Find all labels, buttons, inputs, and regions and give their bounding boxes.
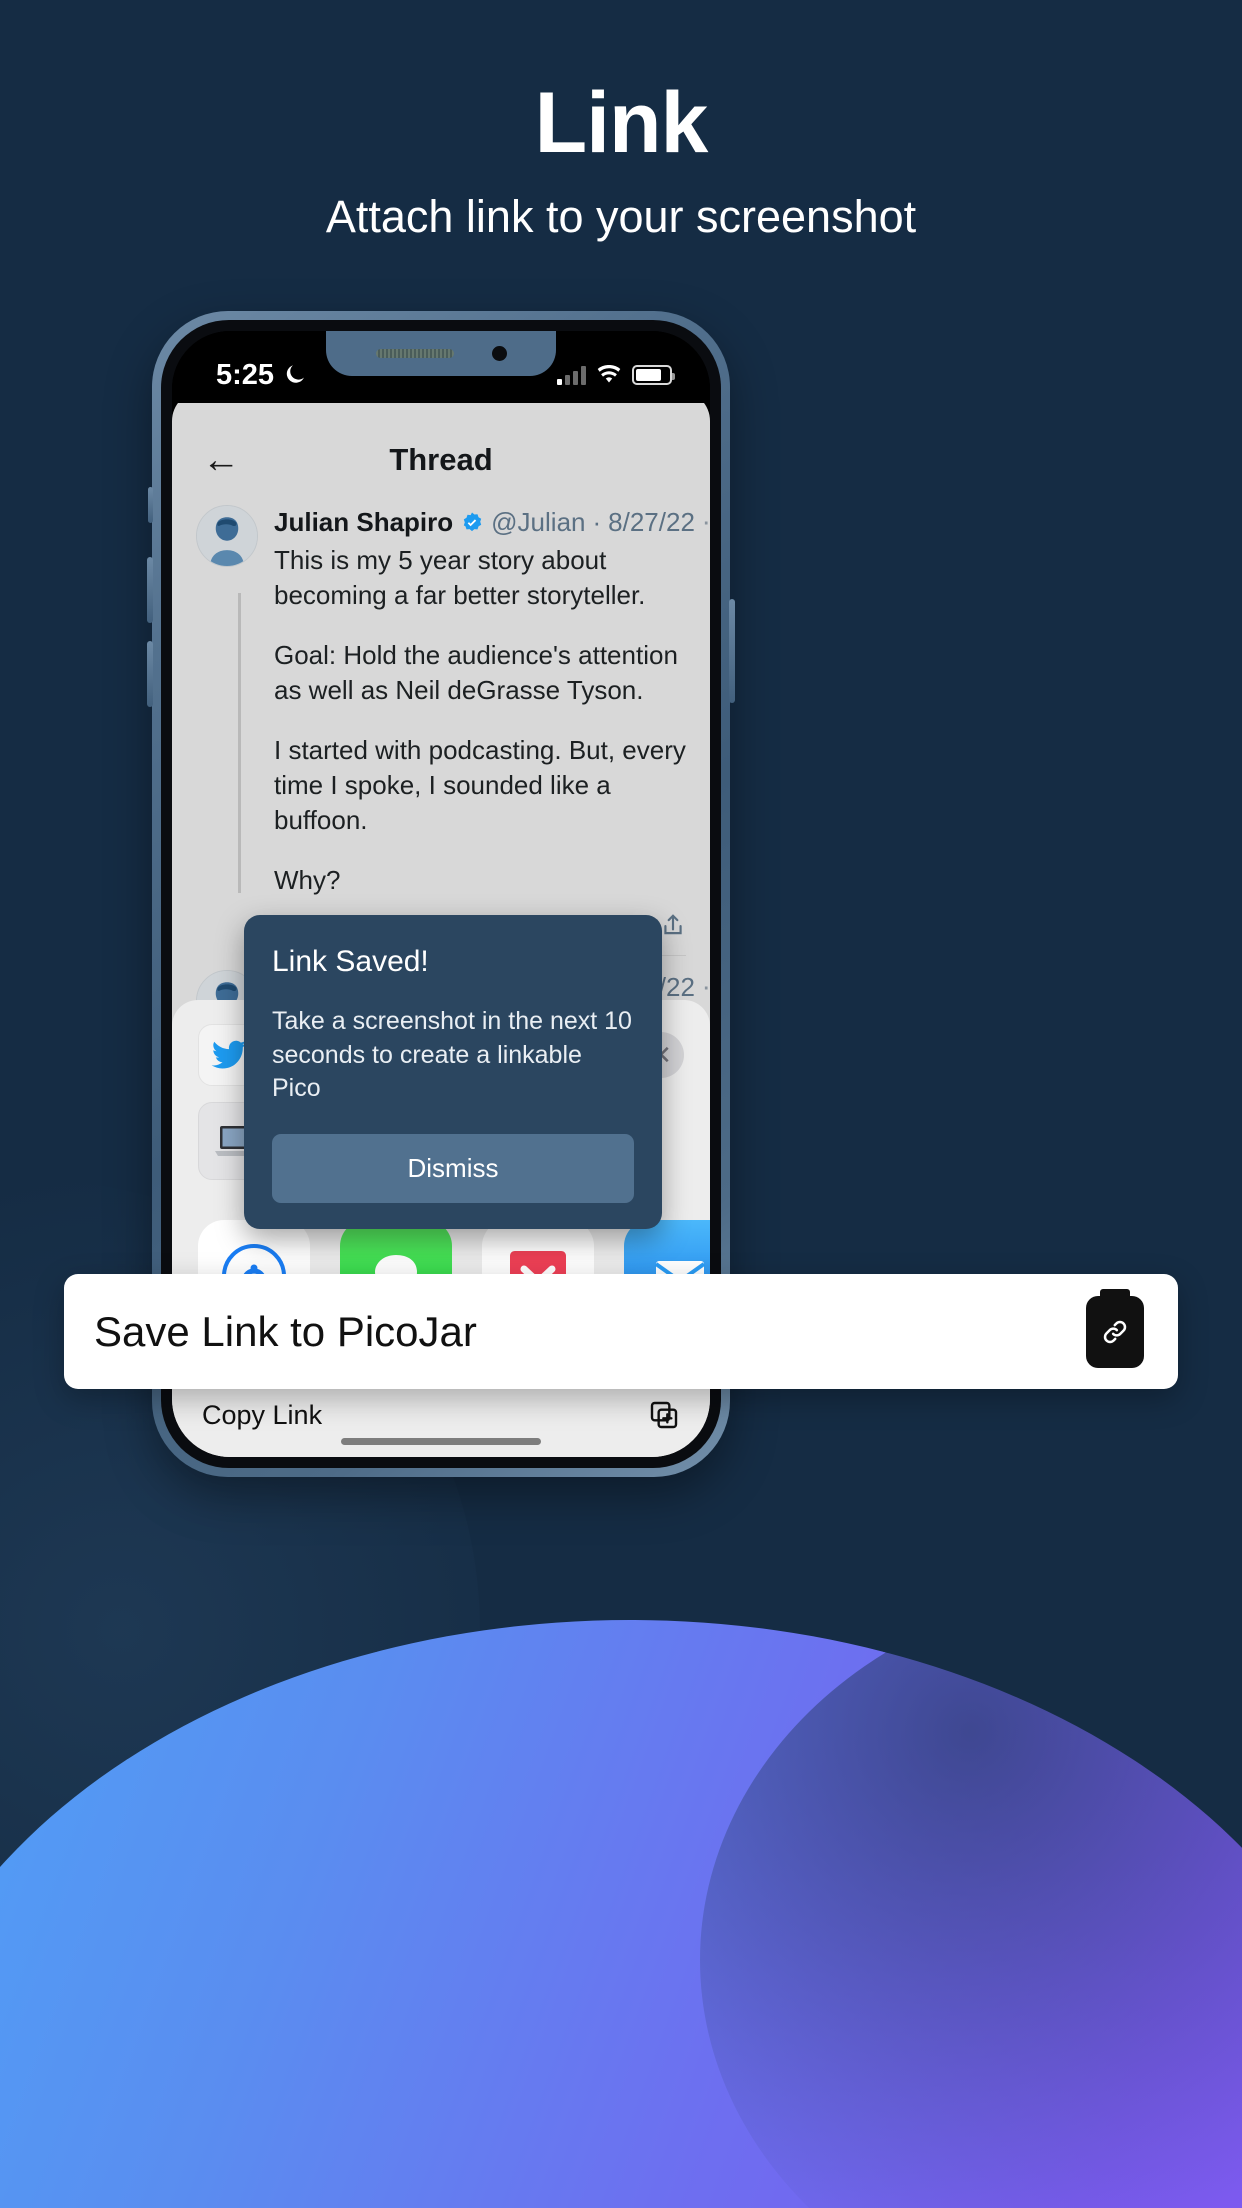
jar-link-icon (1086, 1295, 1144, 1368)
thread-connector-line (238, 593, 241, 893)
more-options-icon[interactable]: ⋯ (702, 505, 710, 540)
share-row-label: Copy Link (202, 1399, 323, 1430)
power-button[interactable] (729, 599, 735, 703)
thread-header: ← Thread (172, 391, 710, 501)
link-saved-modal: Link Saved! Take a screenshot in the nex… (244, 915, 662, 1229)
tweet-body: Julian Shapiro @Julian · 8/27/22 ⋯ This (274, 505, 710, 956)
tweet-paragraph: I started with podcasting. But, every ti… (274, 735, 686, 835)
save-link-callout-card[interactable]: Save Link to PicoJar (64, 1274, 1178, 1389)
modal-message: Take a screenshot in the next 10 seconds… (272, 1007, 632, 1102)
volume-down-button[interactable] (147, 641, 153, 707)
dismiss-button[interactable]: Dismiss (272, 1133, 634, 1203)
link-chain-glyph (1103, 1320, 1127, 1343)
status-bar-right (557, 365, 675, 385)
share-action[interactable] (660, 912, 686, 938)
avatar-portrait-icon (197, 506, 257, 566)
twitter-bird-glyph (211, 1040, 247, 1069)
tweet-meta: Julian Shapiro @Julian · 8/27/22 ⋯ (274, 505, 710, 540)
callout-label: Save Link to PicoJar (94, 1307, 477, 1355)
page-subtitle: Attach link to your screenshot (325, 191, 917, 243)
earpiece-speaker (375, 349, 454, 358)
battery-icon (632, 365, 675, 385)
tweet-date: 8/27/22 (608, 507, 695, 537)
home-indicator[interactable] (341, 1438, 541, 1445)
page-title: Link (534, 75, 709, 171)
status-bar-time: 5:25 (216, 358, 275, 391)
modal-title: Link Saved! (272, 945, 429, 978)
tweet-text: This is my 5 year story about becoming a… (274, 543, 686, 898)
tweet-author-name[interactable]: Julian Shapiro (274, 505, 453, 540)
tweet-primary[interactable]: Julian Shapiro @Julian · 8/27/22 ⋯ This (172, 501, 710, 956)
status-bar-left: 5:25 (216, 359, 307, 392)
verified-badge-icon (463, 512, 482, 531)
tweet-paragraph: Goal: Hold the audience's attention as w… (274, 640, 678, 705)
avatar[interactable] (196, 505, 258, 567)
share-icon (664, 914, 682, 935)
crescent-moon-icon (286, 365, 305, 383)
mute-switch[interactable] (148, 487, 153, 523)
wifi-icon (597, 365, 621, 383)
tweet-paragraph: This is my 5 year story about becoming a… (274, 545, 646, 610)
front-camera (491, 346, 507, 361)
tweet-separator: · (592, 507, 602, 537)
promo-header: Link Attach link to your screenshot (0, 78, 1242, 245)
cellular-signal-icon (557, 365, 586, 385)
copy-icon (650, 1401, 678, 1429)
back-arrow-icon[interactable]: ← (202, 441, 262, 479)
volume-up-button[interactable] (147, 557, 153, 623)
tweet-paragraph: Why? (274, 865, 341, 896)
phone-notch (326, 331, 556, 376)
tweet-handle[interactable]: @Julian (491, 505, 585, 540)
more-options-icon[interactable]: ⋯ (702, 970, 710, 1005)
